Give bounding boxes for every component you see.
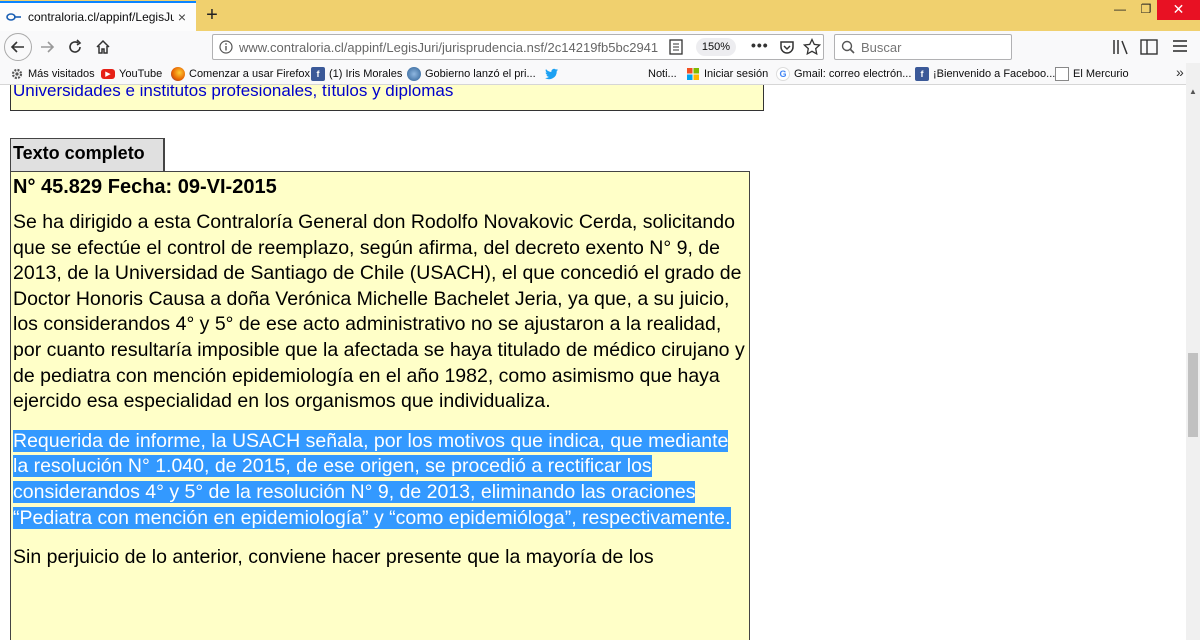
category-box: Universidades e institutos profesionales… (10, 85, 764, 111)
tab-strip: contraloria.cl/appinf/LegisJuri/ × + — ❐… (0, 0, 1200, 31)
search-icon (841, 40, 855, 54)
vertical-scrollbar[interactable]: ▲ (1186, 63, 1200, 640)
paragraph-2-selected: Requerida de informe, la USACH señala, p… (13, 429, 747, 531)
back-button[interactable] (4, 33, 32, 61)
youtube-icon: ▶ (101, 69, 115, 79)
hamburger-menu-icon[interactable] (1172, 39, 1188, 58)
back-arrow-icon (10, 41, 24, 53)
search-input[interactable] (861, 39, 1001, 55)
facebook-icon: f (311, 67, 325, 81)
bookmark-label: ¡Bienvenido a Faceboo... (933, 68, 1056, 80)
bookmark-label: Comenzar a usar Firefox (189, 68, 311, 80)
twitter-icon (545, 67, 559, 81)
page-content: Universidades e institutos profesionales… (0, 85, 1186, 640)
bookmark-label: (1) Iris Morales (329, 68, 403, 80)
bookmarks-overflow-chevron-icon[interactable]: » (1176, 64, 1184, 80)
pocket-icon[interactable] (779, 39, 795, 60)
bookmark-label: Iniciar sesión (704, 68, 769, 80)
bookmark-gobierno[interactable]: Gobierno lanzó el pri... (407, 66, 536, 82)
microsoft-icon (686, 67, 700, 81)
bookmark-youtube[interactable]: ▶ YouTube (101, 66, 162, 82)
google-icon: G (776, 67, 790, 81)
bookmark-twitter[interactable] (545, 66, 563, 82)
reload-button[interactable] (63, 35, 87, 59)
bookmark-label: Gobierno lanzó el pri... (425, 68, 536, 80)
library-icon[interactable] (1112, 39, 1130, 60)
document-text-box: N° 45.829 Fecha: 09-VI-2015 Se ha dirigi… (10, 171, 750, 640)
url-text[interactable]: www.contraloria.cl/appinf/LegisJuri/juri… (239, 40, 659, 55)
bookmark-label: YouTube (119, 68, 163, 80)
zoom-level-badge[interactable]: 150% (696, 38, 736, 56)
category-link[interactable]: Universidades e institutos profesionales… (13, 85, 453, 101)
selected-text: Requerida de informe, la USACH señala, p… (13, 429, 731, 529)
page-actions-menu-icon[interactable]: ••• (751, 37, 769, 53)
url-path: /appinf/LegisJuri/jurisprudencia.nsf/2c1… (343, 39, 659, 55)
active-tab[interactable]: contraloria.cl/appinf/LegisJuri/ × (0, 1, 196, 31)
bookmark-facebook[interactable]: f ¡Bienvenido a Faceboo... (915, 66, 1055, 82)
url-host: www.contraloria.cl (239, 39, 344, 55)
bookmark-gmail[interactable]: G Gmail: correo electrón... (776, 66, 911, 82)
document-title: N° 45.829 Fecha: 09-VI-2015 (13, 176, 277, 198)
paragraph-3: Sin perjuicio de lo anterior, conviene h… (13, 546, 654, 569)
firefox-icon (171, 67, 185, 81)
close-window-button[interactable]: ✕ (1157, 0, 1200, 20)
forward-arrow-icon (41, 41, 55, 53)
forward-button[interactable] (35, 35, 59, 59)
home-button[interactable] (91, 35, 115, 59)
reader-view-icon[interactable] (669, 39, 683, 60)
bookmark-label: Más visitados (28, 68, 95, 80)
navigation-toolbar: www.contraloria.cl/appinf/LegisJuri/juri… (0, 31, 1200, 63)
paragraph-1: Se ha dirigido a esta Contraloría Genera… (13, 211, 745, 413)
section-header: Texto completo (10, 138, 165, 171)
bookmark-label: Noti... (648, 68, 677, 80)
scroll-up-arrow-icon[interactable]: ▲ (1186, 85, 1200, 99)
new-tab-button[interactable]: + (200, 4, 224, 28)
gear-icon (10, 67, 24, 81)
bookmark-noti[interactable]: Noti... (648, 66, 677, 82)
url-bar[interactable]: www.contraloria.cl/appinf/LegisJuri/juri… (212, 34, 824, 60)
home-icon (96, 39, 110, 54)
bookmark-el-mercurio[interactable]: El Mercurio (1055, 66, 1129, 82)
bookmark-label: Gmail: correo electrón... (794, 68, 912, 80)
bookmark-iris-morales[interactable]: f (1) Iris Morales (311, 66, 402, 82)
bookmark-label: El Mercurio (1073, 68, 1129, 80)
bookmark-mas-visitados[interactable]: Más visitados (10, 66, 95, 82)
reload-icon (69, 39, 82, 53)
scroll-thumb[interactable] (1188, 353, 1198, 437)
contraloria-favicon-icon (6, 9, 22, 25)
tab-title: contraloria.cl/appinf/LegisJuri/ (28, 10, 174, 24)
bookmark-star-icon[interactable] (802, 37, 822, 61)
bookmark-firefox[interactable]: Comenzar a usar Firefox (171, 66, 310, 82)
tab-close-icon[interactable]: × (174, 9, 190, 25)
bookmarks-toolbar: Más visitados ▶ YouTube Comenzar a usar … (0, 63, 1200, 85)
globe-icon (407, 67, 421, 81)
site-info-icon[interactable] (213, 40, 239, 54)
sidebar-icon[interactable] (1140, 39, 1158, 60)
search-box[interactable] (834, 34, 1012, 60)
page-icon (1055, 67, 1069, 81)
facebook-icon: f (915, 67, 929, 81)
bookmark-iniciar-sesion[interactable]: Iniciar sesión (686, 66, 768, 82)
